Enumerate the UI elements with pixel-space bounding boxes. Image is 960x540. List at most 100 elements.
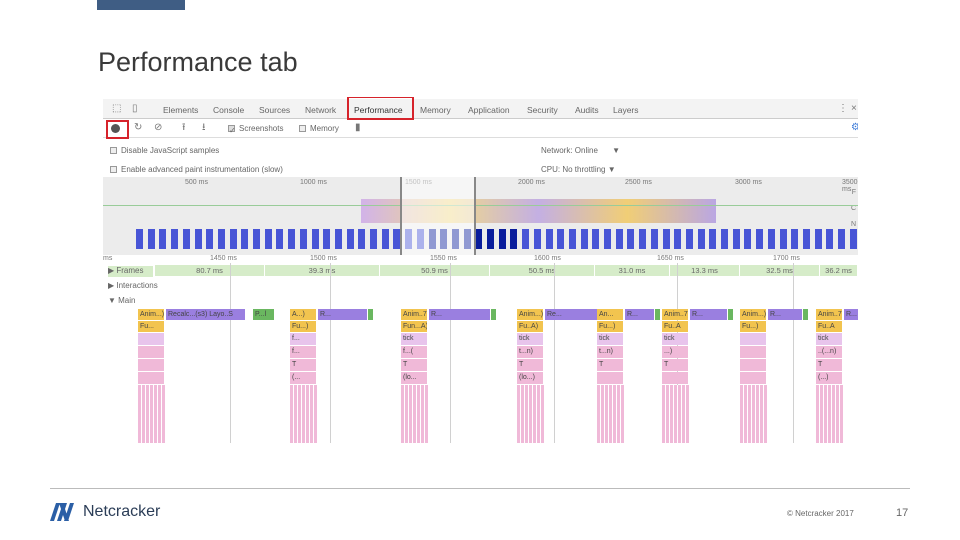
tab-console[interactable]: Console [213,105,244,115]
js-stack-block[interactable]: tick [816,333,843,345]
animation-frame-block[interactable]: Anim..7) [401,309,428,320]
recalc-style-block[interactable]: R... [429,309,491,320]
tab-elements[interactable]: Elements [163,105,198,115]
js-stack-block[interactable]: T [401,359,428,371]
inspect-icon[interactable]: ⬚ [112,104,121,114]
function-call-block[interactable]: Fu...) [597,321,624,332]
disable-js-samples-checkbox[interactable]: Disable JavaScript samples [110,146,219,155]
paint-block[interactable] [491,309,497,320]
paint-block[interactable] [728,309,734,320]
function-call-block[interactable]: Fu..A [816,321,843,332]
animation-frame-block[interactable]: An... [597,309,624,320]
js-stack-block[interactable]: T [662,359,689,371]
js-stack-block[interactable] [138,359,165,371]
frames-track[interactable]: ▶ Frames 80.7 ms 39.3 ms 50.9 ms 50.5 ms 31.… [103,265,858,277]
paint-block[interactable] [803,309,809,320]
js-stack-block[interactable]: (lo...) [517,372,544,384]
cpu-throttle[interactable]: CPU: No throttling ▼ [541,165,616,174]
js-stack-block[interactable]: ..(...n) [816,346,843,358]
frame-block[interactable]: 32.5 ms [740,265,820,276]
interactions-track-label[interactable]: ▶ Interactions [108,281,158,290]
recalc-style-block[interactable]: Recalc...(s3) Layo..S [166,309,246,320]
animation-frame-block[interactable]: A...) [290,309,317,320]
js-stack-block[interactable]: (lo... [401,372,428,384]
tab-sources[interactable]: Sources [259,105,290,115]
network-throttle[interactable]: Network: Online ▼ [541,146,620,155]
js-stack-block[interactable]: T [816,359,843,371]
js-stack-block[interactable] [740,333,767,345]
reload-icon[interactable]: ↻ [134,123,142,133]
js-stack-block[interactable] [138,333,165,345]
advanced-paint-checkbox[interactable]: Enable advanced paint instrumentation (s… [110,165,283,174]
js-stack-block[interactable]: T [517,359,544,371]
js-stack-block[interactable]: f...( [401,346,428,358]
main-track-label[interactable]: ▼ Main [108,296,135,305]
function-call-block[interactable]: Fu...) [290,321,317,332]
tab-audits[interactable]: Audits [575,105,599,115]
frames-track-label[interactable]: ▶ Frames [108,266,153,277]
tab-security[interactable]: Security [527,105,558,115]
paint-block[interactable]: P...l [253,309,275,320]
js-stack-block[interactable]: tick [401,333,428,345]
js-stack-block[interactable]: t...n) [597,346,624,358]
js-stack-block[interactable]: ...) [662,346,689,358]
memory-checkbox[interactable]: Memory [299,124,339,133]
paint-block[interactable] [368,309,374,320]
js-stack-block[interactable]: T [290,359,317,371]
tab-network[interactable]: Network [305,105,336,115]
animation-frame-block[interactable]: Anim...) [517,309,544,320]
recalc-style-block[interactable]: R... [844,309,858,320]
js-stack-block[interactable] [597,372,624,384]
animation-frame-block[interactable]: Anim..7) [662,309,689,320]
js-stack-block[interactable] [138,372,165,384]
frame-block[interactable]: 39.3 ms [265,265,380,276]
animation-frame-block[interactable]: Anim..7) [816,309,843,320]
animation-frame-block[interactable]: Anim...) [740,309,767,320]
frame-block[interactable]: 50.9 ms [380,265,490,276]
function-call-block[interactable]: Fu... [138,321,165,332]
overview-selection-window[interactable] [400,177,476,255]
function-call-block[interactable]: Fu...) [740,321,767,332]
frame-block[interactable]: 80.7 ms [155,265,265,276]
function-call-block[interactable]: Fun...A) [401,321,428,332]
tab-layers[interactable]: Layers [613,105,639,115]
recalc-style-block[interactable]: Re... [545,309,603,320]
js-stack-block[interactable]: t...n) [517,346,544,358]
js-stack-block[interactable]: T [597,359,624,371]
js-stack-block[interactable]: tick [662,333,689,345]
js-stack-block[interactable]: tick [597,333,624,345]
close-icon[interactable]: × [851,104,857,114]
js-stack-block[interactable]: f... [290,346,317,358]
frame-block[interactable]: 50.5 ms [490,265,595,276]
tab-memory[interactable]: Memory [420,105,451,115]
animation-frame-block[interactable]: Anim...) [138,309,165,320]
js-stack-block[interactable] [740,359,767,371]
paint-block[interactable] [655,309,661,320]
recalc-style-block[interactable]: R... [768,309,803,320]
device-toggle-icon[interactable]: ▯ [132,104,138,114]
function-call-block[interactable]: Fu..A [662,321,689,332]
timeline-overview[interactable]: 500 ms1000 ms1500 ms2000 ms2500 ms3000 m… [103,177,858,255]
js-stack-block[interactable] [740,346,767,358]
frame-block[interactable]: 31.0 ms [595,265,670,276]
garbage-collect-icon[interactable]: ▮ [355,123,361,133]
frame-block[interactable]: 36.2 ms [820,265,858,276]
recalc-style-block[interactable]: R... [690,309,728,320]
js-stack-block[interactable]: f... [290,333,317,345]
js-stack-block[interactable]: (... [290,372,317,384]
js-stack-block[interactable] [138,346,165,358]
settings-gear-icon[interactable]: ⚙ [851,123,858,133]
save-profile-icon[interactable]: ⭳ [202,123,206,133]
more-menu-icon[interactable]: ⋮ [838,104,848,114]
clear-icon[interactable]: ⊘ [154,123,162,133]
load-profile-icon[interactable]: ⭱ [182,123,186,133]
js-stack-block[interactable]: tick [517,333,544,345]
tab-application[interactable]: Application [468,105,510,115]
recalc-style-block[interactable]: R... [625,309,655,320]
js-stack-block[interactable] [662,372,689,384]
frame-block[interactable]: 13.3 ms [670,265,740,276]
screenshots-checkbox[interactable]: ✓ Screenshots [228,124,283,135]
function-call-block[interactable]: Fu..A) [517,321,544,332]
recalc-style-block[interactable]: R... [318,309,368,320]
js-stack-block[interactable]: (...) [816,372,843,384]
